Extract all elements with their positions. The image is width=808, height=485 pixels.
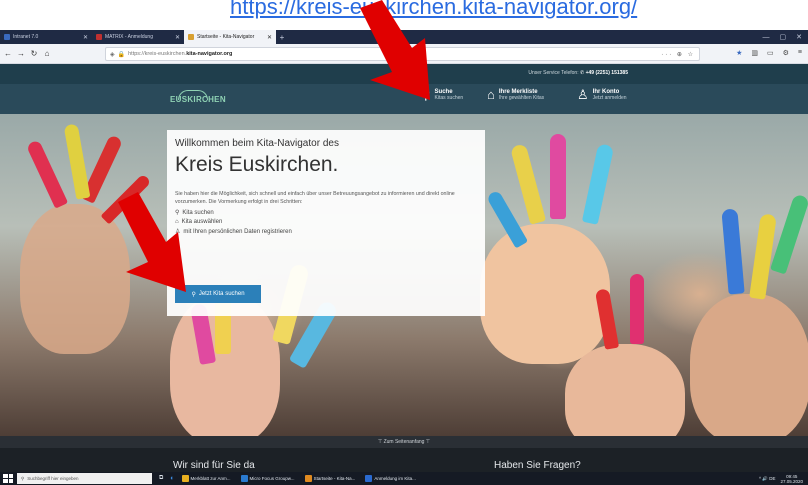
new-tab-button[interactable]: + <box>276 30 288 44</box>
taskbar-search-placeholder: Suchbegriff hier eingeben <box>27 476 79 481</box>
taskbar-item[interactable]: Micro Focus Groupw... <box>238 473 298 484</box>
windows-taskbar: ⚲ Suchbegriff hier eingeben ⧉ ◐ Merkblat… <box>0 472 808 485</box>
search-icon: ⚲ <box>21 475 25 481</box>
browser-tab-kita-navigator[interactable]: Startseite - Kita-Navigator ✕ <box>184 30 276 44</box>
taskbar-label: Micro Focus Groupw... <box>249 476 295 481</box>
tab-label: Startseite - Kita-Navigator <box>197 34 255 40</box>
star-icon[interactable]: ★ <box>736 49 742 57</box>
close-tab-icon[interactable]: ✕ <box>83 34 88 41</box>
tab-label: MATRIX - Anmeldung <box>105 34 153 40</box>
finger-image <box>770 193 808 275</box>
nav-merkliste[interactable]: ⌂ Ihre Merkliste Ihre gewählten Kitas <box>487 88 544 101</box>
finger-image <box>581 143 615 225</box>
library-icon[interactable]: ▥ <box>751 49 758 57</box>
maximize-icon[interactable]: ▢ <box>780 33 787 41</box>
finger-image <box>630 274 644 344</box>
close-tab-icon[interactable]: ✕ <box>267 34 272 41</box>
intranet-favicon-icon <box>4 34 10 40</box>
back-icon[interactable]: ← <box>4 49 12 58</box>
taskbar-item[interactable]: Merkblatt zur Anm... <box>179 473 234 484</box>
url-actions[interactable]: ··· ⊕ ☆ <box>661 51 695 58</box>
minimize-icon[interactable]: — <box>763 34 770 41</box>
app-icon <box>304 475 312 482</box>
shield-icon: ◈ <box>110 51 115 58</box>
hand-image <box>480 224 610 364</box>
matrix-favicon-icon <box>96 34 102 40</box>
user-icon: ♙ <box>577 87 589 102</box>
lock-icon: 🔒 <box>117 51 126 58</box>
app-icon <box>240 475 248 482</box>
browser-tab-intranet[interactable]: Intranet 7.0 ✕ <box>0 30 92 44</box>
finger-image <box>509 143 547 225</box>
arrow-up-icon: ⊤ <box>424 439 431 445</box>
step-item: ⌂ Kita auswählen <box>175 219 477 225</box>
taskbar-item[interactable]: Startseite - Kita-Na... <box>302 473 359 484</box>
url-domain: kita-navigator.org <box>186 51 233 57</box>
url-prefix: https://kreis-euskirchen. <box>128 51 187 57</box>
nav-konto[interactable]: ♙ Ihr Konto Jetzt anmelden <box>577 88 627 101</box>
hand-image <box>565 344 685 436</box>
welcome-text: Willkommen beim Kita-Navigator des <box>175 138 339 149</box>
finger-image <box>63 123 91 200</box>
windows-start-icon[interactable] <box>3 474 13 483</box>
house-heart-icon: ⌂ <box>487 87 495 102</box>
app-icon <box>181 475 189 482</box>
page-url-link[interactable]: https://kreis-euskirchen.kita-navigator.… <box>230 0 808 30</box>
finger-image <box>550 134 566 219</box>
nav-konto-sub: Jetzt anmelden <box>592 94 627 101</box>
app-icon <box>365 475 373 482</box>
taskbar-search[interactable]: ⚲ Suchbegriff hier eingeben <box>17 473 152 484</box>
back-to-top-label: Zum Seitenanfang <box>383 439 425 445</box>
footer-heading-questions: Haben Sie Fragen? <box>494 460 581 471</box>
site-logo[interactable]: EUSKIRCHEN <box>170 95 226 104</box>
finger-image <box>25 139 69 209</box>
footer: Wir sind für Sie da Haben Sie Fragen? <box>0 448 808 472</box>
hand-image <box>690 294 808 436</box>
window-controls: — ▢ ✕ <box>763 30 808 44</box>
close-tab-icon[interactable]: ✕ <box>175 34 180 41</box>
taskbar-label: Merkblatt zur Anm... <box>190 476 231 481</box>
service-number[interactable]: +49 (2251) 151385 <box>586 70 628 76</box>
service-label: Unser Service Telefon: <box>528 70 579 76</box>
tray-icons[interactable]: ^ 🔊 DE <box>759 476 775 482</box>
menu-icon[interactable]: ≡ <box>798 49 802 57</box>
browser-tab-matrix[interactable]: MATRIX - Anmeldung ✕ <box>92 30 184 44</box>
taskbar-label: Startseite - Kita-Na... <box>313 476 356 481</box>
forward-icon[interactable]: → <box>17 49 25 58</box>
step-item: ⚲ Kita suchen <box>175 209 477 217</box>
red-arrow-icon <box>360 0 430 100</box>
taskbar-label: Anmeldung im Kita... <box>374 476 416 481</box>
home-icon[interactable]: ⌂ <box>43 49 51 58</box>
red-arrow-icon <box>118 192 186 292</box>
close-window-icon[interactable]: ✕ <box>796 33 802 41</box>
system-tray: ^ 🔊 DE 09:45 27.05.2020 <box>759 474 808 484</box>
kita-favicon-icon <box>188 34 194 40</box>
phone-icon: ✆ <box>580 70 585 76</box>
reload-icon[interactable]: ↻ <box>30 49 38 58</box>
finger-image <box>721 208 745 295</box>
page-title: Kreis Euskirchen. <box>175 153 339 176</box>
welcome-card: Willkommen beim Kita-Navigator des Kreis… <box>167 130 485 316</box>
step-item: ♙ mit Ihren persönlichen Daten registrie… <box>175 228 477 236</box>
search-kita-label: Jetzt Kita suchen <box>198 291 245 297</box>
screen: https://kreis-euskirchen.kita-navigator.… <box>0 0 808 485</box>
browser-icons: ★ ▥ ▭ ⚙ ≡ <box>736 49 802 57</box>
service-phone: Unser Service Telefon: ✆ +49 (2251) 1513… <box>528 70 628 76</box>
finger-image <box>749 213 777 300</box>
footer-heading-contact: Wir sind für Sie da <box>173 460 255 471</box>
edge-icon[interactable]: ◐ <box>170 475 174 482</box>
sidebar-icon[interactable]: ▭ <box>767 49 774 57</box>
task-view-icon[interactable]: ⧉ <box>156 475 166 482</box>
back-to-top[interactable]: ⊤ Zum Seitenanfang ⊤ <box>0 436 808 448</box>
intro-text: Sie haben hier die Möglichkeit, sich sch… <box>175 191 455 205</box>
extension-icon[interactable]: ⚙ <box>783 49 789 57</box>
clock-date: 27.05.2020 <box>780 478 803 484</box>
taskbar-item[interactable]: Anmeldung im Kita... <box>362 473 419 484</box>
nav-merkliste-sub: Ihre gewählten Kitas <box>498 94 545 101</box>
tab-label: Intranet 7.0 <box>13 34 39 40</box>
